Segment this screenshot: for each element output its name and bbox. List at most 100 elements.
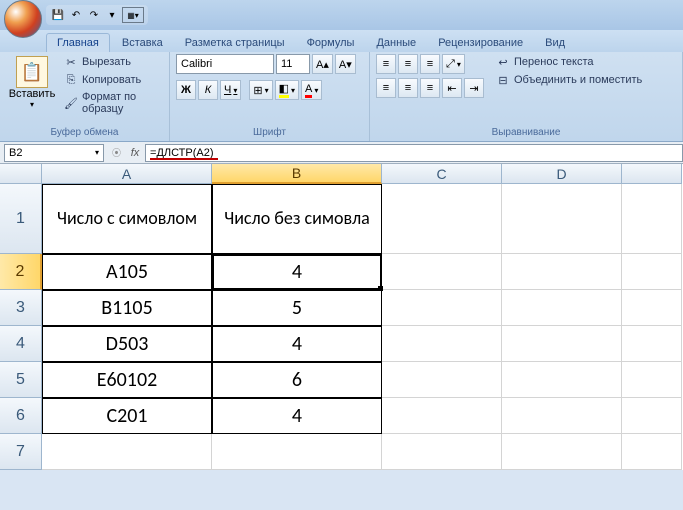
cell-c1[interactable] (382, 184, 502, 254)
tab-home[interactable]: Главная (46, 33, 110, 52)
borders-button[interactable]: ⊞ (249, 80, 272, 100)
orientation-button[interactable]: ⤢ (442, 54, 465, 74)
italic-button[interactable]: К (198, 80, 218, 100)
name-box-expand-icon[interactable]: ⦿ (108, 146, 125, 159)
row-header-7[interactable]: 7 (0, 434, 42, 470)
col-header-b[interactable]: B (212, 164, 382, 184)
indent-increase-button[interactable]: ⇥ (464, 78, 484, 98)
tab-insert[interactable]: Вставка (112, 34, 173, 52)
cell-b1[interactable]: Число без симовла (212, 184, 382, 254)
row-header-4[interactable]: 4 (0, 326, 42, 362)
cell-a6[interactable]: C201 (42, 398, 212, 434)
cell-c3[interactable] (382, 290, 502, 326)
cell-a7[interactable] (42, 434, 212, 470)
cell-b3[interactable]: 5 (212, 290, 382, 326)
font-color-button[interactable]: A (301, 80, 322, 100)
shrink-font-button[interactable]: A▾ (335, 54, 356, 74)
redo-icon[interactable]: ↷ (86, 7, 102, 23)
row-header-5[interactable]: 5 (0, 362, 42, 398)
qat-grid-icon[interactable]: ▦▾ (122, 7, 144, 23)
grow-font-button[interactable]: A▴ (312, 54, 333, 74)
cell-b2[interactable]: 4 (212, 254, 382, 290)
cell-b4[interactable]: 4 (212, 326, 382, 362)
cell-c6[interactable] (382, 398, 502, 434)
cell-e6[interactable] (622, 398, 682, 434)
tab-formulas[interactable]: Формулы (297, 34, 365, 52)
align-bottom-button[interactable]: ≡ (420, 54, 440, 74)
select-all-corner[interactable] (0, 164, 42, 184)
merge-button[interactable]: ⊟Объединить и поместить (494, 72, 644, 88)
cell-a4[interactable]: D503 (42, 326, 212, 362)
tab-data[interactable]: Данные (366, 34, 426, 52)
font-color-icon: A (305, 83, 312, 98)
col-header-c[interactable]: C (382, 164, 502, 184)
indent-decrease-button[interactable]: ⇤ (442, 78, 462, 98)
cell-a3[interactable]: В1105 (42, 290, 212, 326)
cell-b7[interactable] (212, 434, 382, 470)
col-header-e[interactable] (622, 164, 682, 184)
cell-a5[interactable]: E60102 (42, 362, 212, 398)
align-top-button[interactable]: ≡ (376, 54, 396, 74)
cell-e7[interactable] (622, 434, 682, 470)
scissors-icon: ✂ (64, 55, 78, 69)
align-center-button[interactable]: ≡ (398, 78, 418, 98)
cell-d3[interactable] (502, 290, 622, 326)
cut-button[interactable]: ✂Вырезать (62, 54, 163, 70)
copy-button[interactable]: ⎘Копировать (62, 72, 163, 88)
fx-icon[interactable]: fx (125, 147, 145, 159)
cell-e1[interactable] (622, 184, 682, 254)
row-header-2[interactable]: 2 (0, 254, 42, 290)
group-clipboard-label: Буфер обмена (6, 126, 163, 139)
group-font: A▴ A▾ Ж К Ч ⊞ ◧ A Шрифт (170, 52, 370, 141)
row-header-1[interactable]: 1 (0, 184, 42, 254)
cell-d1[interactable] (502, 184, 622, 254)
fill-color-button[interactable]: ◧ (275, 80, 299, 100)
wrap-text-button[interactable]: ↩Перенос текста (494, 54, 644, 70)
row-header-3[interactable]: 3 (0, 290, 42, 326)
tab-page-layout[interactable]: Разметка страницы (175, 34, 295, 52)
col-header-a[interactable]: A (42, 164, 212, 184)
row-header-6[interactable]: 6 (0, 398, 42, 434)
col-header-d[interactable]: D (502, 164, 622, 184)
cell-d4[interactable] (502, 326, 622, 362)
qat-more-icon[interactable]: ▾ (104, 7, 120, 23)
tab-view[interactable]: Вид (535, 34, 575, 52)
font-name-select[interactable] (176, 54, 274, 74)
tab-review[interactable]: Рецензирование (428, 34, 533, 52)
font-size-select[interactable] (276, 54, 310, 74)
align-middle-button[interactable]: ≡ (398, 54, 418, 74)
cell-a1[interactable]: Число с симовлом (42, 184, 212, 254)
office-button[interactable] (4, 0, 42, 38)
cell-c4[interactable] (382, 326, 502, 362)
cell-d2[interactable] (502, 254, 622, 290)
cell-c7[interactable] (382, 434, 502, 470)
cell-a2[interactable]: А105 (42, 254, 212, 290)
underline-button[interactable]: Ч (220, 80, 241, 100)
align-right-button[interactable]: ≡ (420, 78, 440, 98)
save-icon[interactable]: 💾 (50, 7, 66, 23)
cell-b6[interactable]: 4 (212, 398, 382, 434)
cell-d6[interactable] (502, 398, 622, 434)
cell-b5[interactable]: 6 (212, 362, 382, 398)
bold-button[interactable]: Ж (176, 80, 196, 100)
cell-c5[interactable] (382, 362, 502, 398)
group-alignment: ≡ ≡ ≡ ⤢ ≡ ≡ ≡ ⇤ ⇥ ↩Перенос текста ⊟Объед… (370, 52, 683, 141)
cell-d5[interactable] (502, 362, 622, 398)
spreadsheet-grid: A B C D 1 Число с симовлом Число без сим… (0, 164, 683, 470)
cell-e4[interactable] (622, 326, 682, 362)
cell-e3[interactable] (622, 290, 682, 326)
align-left-button[interactable]: ≡ (376, 78, 396, 98)
cell-d7[interactable] (502, 434, 622, 470)
chevron-down-icon: ▾ (30, 100, 34, 109)
formula-input[interactable]: =ДЛСТР(A2) (145, 144, 683, 162)
format-painter-button[interactable]: 🖌Формат по образцу (62, 90, 163, 116)
undo-icon[interactable]: ↶ (68, 7, 84, 23)
grid-row-4: 4 D503 4 (0, 326, 683, 362)
name-box[interactable]: B2▾ (4, 144, 104, 162)
cell-e5[interactable] (622, 362, 682, 398)
cell-e2[interactable] (622, 254, 682, 290)
formula-bar: B2▾ ⦿ fx =ДЛСТР(A2) (0, 142, 683, 164)
paste-button[interactable]: 📋 Вставить ▾ (6, 54, 58, 111)
wrap-icon: ↩ (496, 55, 510, 69)
cell-c2[interactable] (382, 254, 502, 290)
